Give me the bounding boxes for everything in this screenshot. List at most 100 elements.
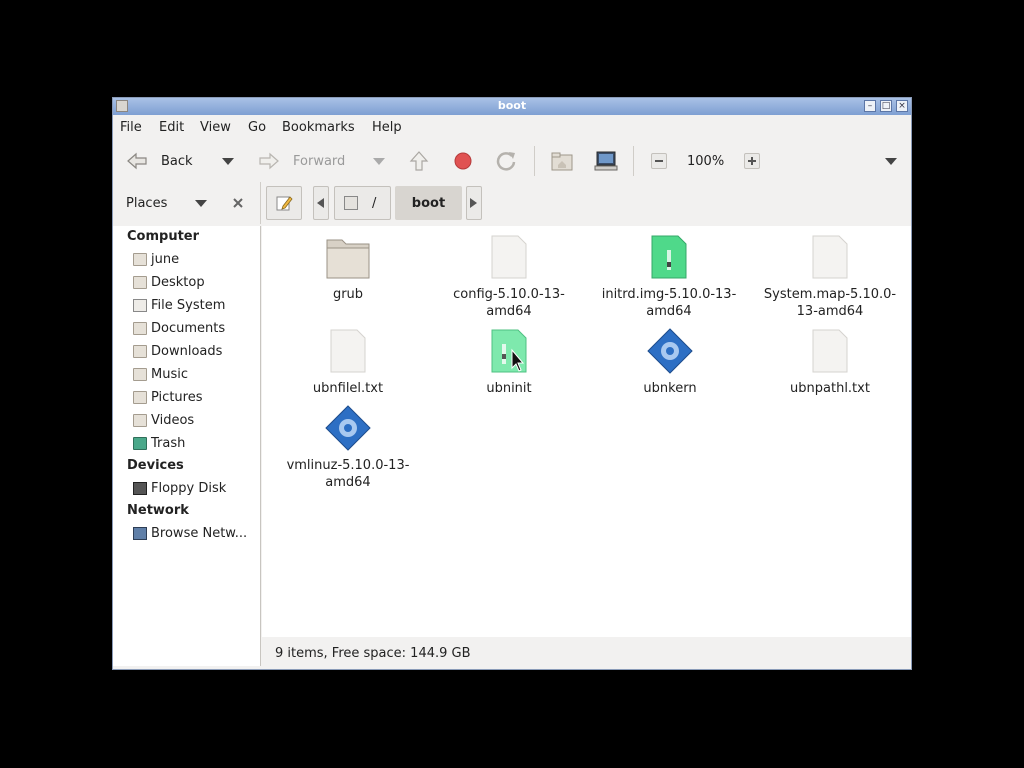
sidebar-item-music[interactable]: Music <box>133 364 188 384</box>
zoom-out-button[interactable] <box>651 140 667 182</box>
up-button[interactable] <box>408 140 430 182</box>
reload-icon <box>496 152 516 171</box>
maximize-button[interactable]: □ <box>880 100 892 112</box>
file-name: ubnpathl.txt <box>790 381 870 396</box>
menu-help[interactable]: Help <box>372 120 402 135</box>
menu-edit[interactable]: Edit <box>159 120 184 135</box>
places-sidebar: Computer june Desktop File System Docume… <box>113 226 261 666</box>
file-name: ubninit <box>486 381 532 396</box>
status-text: 9 items, Free space: 144.9 GB <box>275 646 471 661</box>
menu-go[interactable]: Go <box>248 120 266 135</box>
zoom-in-button[interactable] <box>744 140 760 182</box>
sidebar-item-browse-network[interactable]: Browse Netw... <box>133 523 247 543</box>
downloads-folder-icon <box>133 344 147 358</box>
toolbar-overflow-dropdown[interactable] <box>884 140 898 182</box>
places-dropdown[interactable] <box>194 182 208 224</box>
path-scroll-left[interactable] <box>313 182 329 224</box>
window-title: boot <box>497 99 527 112</box>
file-item-ubninit[interactable]: ubninit <box>434 328 584 397</box>
network-icon <box>133 526 147 540</box>
menu-bookmarks[interactable]: Bookmarks <box>282 120 355 135</box>
path-current: boot <box>395 186 462 220</box>
drive-icon <box>344 196 358 210</box>
sidebar-item-pictures[interactable]: Pictures <box>133 387 202 407</box>
chevron-down-icon <box>373 158 385 165</box>
file-manager-window: boot – □ × File Edit View Go Bookmarks H… <box>112 97 912 670</box>
places-selector[interactable]: Places <box>126 182 167 224</box>
sidebar-item-downloads[interactable]: Downloads <box>133 341 222 361</box>
file-item-vmlinuz[interactable]: vmlinuz-5.10.0-13- amd64 <box>273 405 423 491</box>
sidebar-item-documents[interactable]: Documents <box>133 318 225 338</box>
edit-icon <box>266 186 302 220</box>
file-name: vmlinuz-5.10.0-13- amd64 <box>286 458 410 490</box>
forward-history-dropdown[interactable] <box>372 140 386 182</box>
text-file-icon <box>812 235 848 279</box>
path-current-label: boot <box>411 195 446 211</box>
drive-icon <box>133 298 147 312</box>
executable-icon <box>325 405 371 451</box>
chevron-down-icon <box>222 158 234 165</box>
toggle-location-entry-button[interactable] <box>266 182 302 224</box>
sidebar-item-desktop[interactable]: Desktop <box>133 272 205 292</box>
reload-button[interactable] <box>495 140 517 182</box>
file-item-grub[interactable]: grub <box>273 234 423 303</box>
file-item-ubnkern[interactable]: ubnkern <box>595 328 745 397</box>
toolbar: Back Forward 100% <box>113 140 911 182</box>
chevron-left-icon <box>313 186 329 220</box>
videos-folder-icon <box>133 413 147 427</box>
executable-icon <box>647 328 693 374</box>
file-name: config-5.10.0-13- amd64 <box>453 287 565 319</box>
back-label: Back <box>161 153 193 169</box>
file-name: System.map-5.10.0- 13-amd64 <box>763 287 897 319</box>
file-item-system-map[interactable]: System.map-5.10.0- 13-amd64 <box>755 234 905 320</box>
title-bar[interactable]: boot – □ × <box>113 98 911 115</box>
path-button-current[interactable]: boot <box>395 182 462 224</box>
file-name: ubnfilel.txt <box>312 381 384 396</box>
menu-view[interactable]: View <box>200 120 231 135</box>
toolbar-separator <box>633 146 634 176</box>
sidebar-item-june[interactable]: june <box>133 249 179 269</box>
file-item-ubnpathl[interactable]: ubnpathl.txt <box>755 328 905 397</box>
forward-label: Forward <box>293 153 346 169</box>
stop-icon <box>454 152 472 170</box>
close-sidebar-button[interactable] <box>232 182 244 224</box>
close-button[interactable]: × <box>896 100 908 112</box>
archive-icon <box>651 235 687 279</box>
sidebar-item-videos[interactable]: Videos <box>133 410 194 430</box>
back-button[interactable]: Back <box>125 140 193 182</box>
file-item-initrd[interactable]: initrd.img-5.10.0-13- amd64 <box>594 234 744 320</box>
home-button[interactable] <box>550 140 574 182</box>
zoom-level: 100% <box>687 140 724 182</box>
sidebar-item-file-system[interactable]: File System <box>133 295 225 315</box>
pane-divider <box>260 182 261 224</box>
text-file-icon <box>812 329 848 373</box>
file-name: grub <box>332 287 364 302</box>
menu-bar: File Edit View Go Bookmarks Help <box>113 116 911 140</box>
file-view[interactable]: grub config-5.10.0-13- amd64 initrd.img-5… <box>262 226 911 637</box>
sidebar-header-computer: Computer <box>127 229 200 244</box>
pictures-folder-icon <box>133 390 147 404</box>
file-name: ubnkern <box>643 381 697 396</box>
file-item-ubnfilel[interactable]: ubnfilel.txt <box>273 328 423 397</box>
desktop-folder-icon <box>133 275 147 289</box>
sidebar-header-network: Network <box>127 503 189 518</box>
sidebar-item-floppy-disk[interactable]: Floppy Disk <box>133 478 226 498</box>
documents-folder-icon <box>133 321 147 335</box>
path-scroll-right[interactable] <box>466 182 482 224</box>
close-icon <box>233 198 243 208</box>
forward-button[interactable]: Forward <box>257 140 345 182</box>
chevron-down-icon <box>885 158 897 165</box>
computer-button[interactable] <box>594 140 618 182</box>
minimize-button[interactable]: – <box>864 100 876 112</box>
menu-file[interactable]: File <box>120 120 142 135</box>
home-folder-icon <box>551 152 573 171</box>
path-button-root[interactable]: / <box>334 182 391 224</box>
music-folder-icon <box>133 367 147 381</box>
zoom-level-label: 100% <box>687 153 725 169</box>
stop-button[interactable] <box>453 140 473 182</box>
file-item-config[interactable]: config-5.10.0-13- amd64 <box>434 234 584 320</box>
back-history-dropdown[interactable] <box>221 140 235 182</box>
text-file-icon <box>491 235 527 279</box>
file-name: initrd.img-5.10.0-13- amd64 <box>601 287 737 319</box>
sidebar-item-trash[interactable]: Trash <box>133 433 185 453</box>
